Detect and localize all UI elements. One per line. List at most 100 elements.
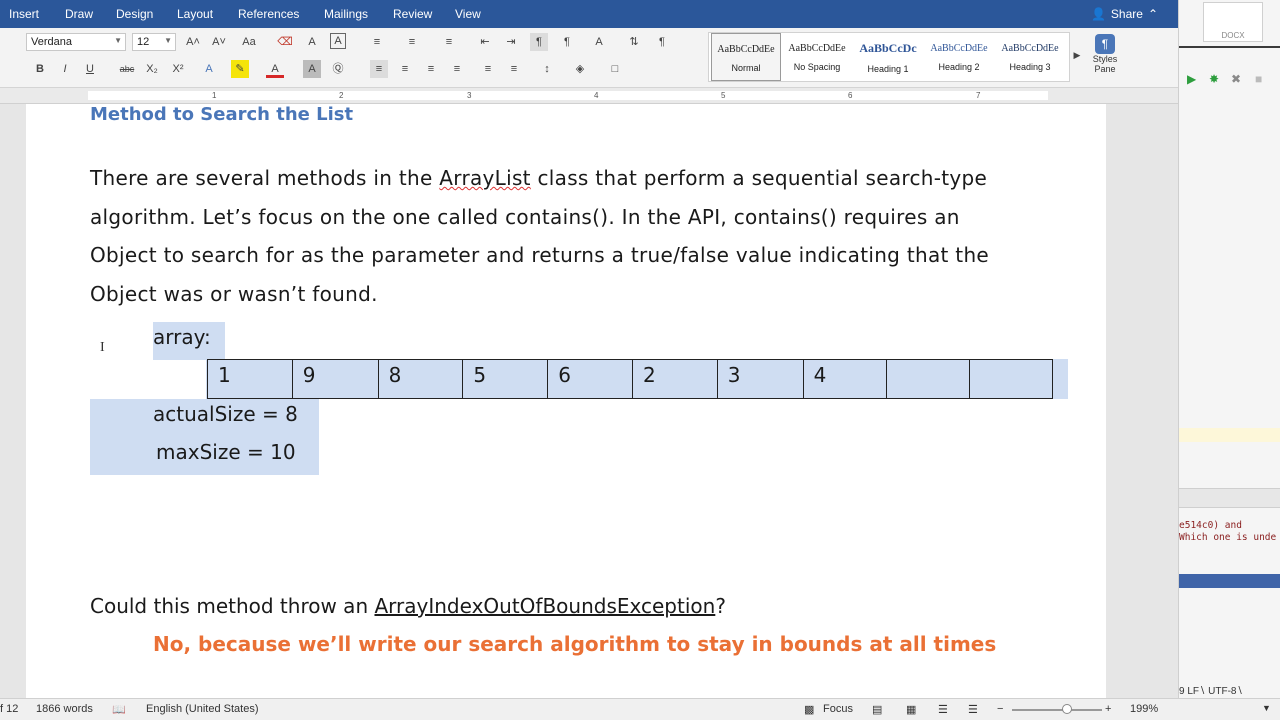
align-right-icon[interactable]: ≡ <box>422 60 440 78</box>
exception-name: ArrayIndexOutOfBoundsException <box>374 594 716 618</box>
font-name-combo[interactable]: Verdana ▼ <box>26 33 126 51</box>
grow-font-icon[interactable]: A˄ <box>184 33 202 51</box>
print-layout-icon[interactable]: ▤ <box>872 703 882 716</box>
word-count[interactable]: 1866 words <box>36 703 93 715</box>
proofing-icon[interactable]: 📖 <box>112 703 126 716</box>
outline-view-icon[interactable]: ☰ <box>968 703 978 716</box>
style-no-spacing[interactable]: AaBbCcDdEe No Spacing <box>782 33 852 81</box>
align-center-icon[interactable]: ≡ <box>396 60 414 78</box>
ruler-track[interactable]: 1 2 3 4 5 6 7 <box>88 91 1048 100</box>
zoom-slider[interactable] <box>1012 709 1102 711</box>
phonetic-guide-icon[interactable]: A <box>303 33 321 51</box>
font-size-value: 12 <box>137 36 150 48</box>
align-left-icon[interactable]: ≡ <box>370 60 388 78</box>
asian-layout-icon[interactable]: A <box>590 33 608 51</box>
bullets-icon[interactable]: ≡ <box>368 33 386 51</box>
zoom-in-icon[interactable]: + <box>1105 703 1111 715</box>
language-status[interactable]: English (United States) <box>146 703 259 715</box>
ruler-number: 5 <box>721 91 726 100</box>
shading-icon[interactable]: ◈ <box>571 60 589 78</box>
question-line: Could this method throw an ArrayIndexOut… <box>90 594 726 618</box>
tab-view[interactable]: View <box>455 7 481 21</box>
panel-toolbar <box>1179 488 1280 508</box>
tab-design[interactable]: Design <box>116 7 153 21</box>
style-normal[interactable]: AaBbCcDdEe Normal <box>711 33 781 81</box>
font-name-value: Verdana <box>31 36 72 48</box>
share-button[interactable]: 👤 Share ⌃ <box>1091 7 1158 21</box>
style-heading-2[interactable]: AaBbCcDdEe Heading 2 <box>924 33 994 81</box>
character-shading-icon[interactable]: A <box>303 60 321 78</box>
text-effects-icon[interactable]: A <box>200 60 218 78</box>
numbering-icon[interactable]: ≡ <box>403 33 421 51</box>
status-menu-icon[interactable]: ▼ <box>1262 703 1271 713</box>
line-spacing-icon[interactable]: ↕ <box>538 60 556 78</box>
character-border-icon[interactable]: A <box>330 33 346 49</box>
font-color-icon[interactable]: A <box>266 60 284 78</box>
run-icon[interactable]: ▶ <box>1187 72 1196 86</box>
spelling-flag-word[interactable]: ArrayList <box>439 166 531 190</box>
docx-file-icon[interactable]: DOCX <box>1203 2 1263 42</box>
increase-indent-icon[interactable]: ⇥ <box>502 33 520 51</box>
paragraph-line: Object was or wasn’t found. <box>90 282 378 306</box>
array-cell: 4 <box>804 360 888 398</box>
ribbon-home: Verdana ▼ 12 ▼ A˄ A˅ Aa ⌫ A A ≡ ≡ ≡ ⇤ ⇥ … <box>0 28 1178 88</box>
collapse-ribbon-icon[interactable]: ⌃ <box>1148 7 1158 21</box>
strikethrough-icon[interactable]: abc <box>118 60 136 78</box>
array-table[interactable]: 1 9 8 5 6 2 3 4 <box>207 359 1053 399</box>
enclose-characters-icon[interactable]: Ⓠ <box>329 60 347 78</box>
ltr-paragraph-icon[interactable]: ¶ <box>530 33 548 51</box>
style-heading-1[interactable]: AaBbCcDc Heading 1 <box>853 33 923 81</box>
bold-icon[interactable]: B <box>31 60 49 78</box>
columns-icon[interactable]: ≡ <box>505 60 523 78</box>
borders-icon[interactable]: □ <box>606 60 624 78</box>
shrink-font-icon[interactable]: A˅ <box>210 33 228 51</box>
show-formatting-marks-icon[interactable]: ¶ <box>653 33 671 51</box>
text-run: class that perform a sequential search-t… <box>530 166 988 190</box>
italic-icon[interactable]: I <box>56 60 74 78</box>
zoom-out-icon[interactable]: − <box>997 703 1003 715</box>
gallery-more-icon[interactable]: ▶ <box>1068 46 1086 64</box>
background-window: DOCX ▶ ✸ ✖ ■ e514c0) and Which one is un… <box>1178 0 1280 698</box>
tab-draw[interactable]: Draw <box>65 7 93 21</box>
status-bar: f 12 1866 words 📖 English (United States… <box>0 698 1280 720</box>
decrease-indent-icon[interactable]: ⇤ <box>476 33 494 51</box>
tab-mailings[interactable]: Mailings <box>324 7 368 21</box>
subscript-icon[interactable]: X₂ <box>143 60 161 78</box>
read-mode-icon[interactable]: ☰ <box>938 703 948 716</box>
zoom-level[interactable]: 199% <box>1130 703 1158 715</box>
tab-layout[interactable]: Layout <box>177 7 213 21</box>
max-size-text: maxSize = 10 <box>156 440 296 464</box>
justify-icon[interactable]: ≡ <box>448 60 466 78</box>
clear-formatting-icon[interactable]: ⌫ <box>276 33 294 51</box>
font-size-combo[interactable]: 12 ▼ <box>132 33 176 51</box>
ruler-number: 3 <box>467 91 472 100</box>
highlight-color-icon[interactable]: ✎ <box>231 60 249 78</box>
step-icon[interactable]: ✖ <box>1231 72 1241 86</box>
stop-icon[interactable]: ■ <box>1255 72 1262 86</box>
text-run: Could this method throw an <box>90 594 375 618</box>
multilevel-list-icon[interactable]: ≡ <box>440 33 458 51</box>
zoom-slider-handle[interactable] <box>1062 704 1072 714</box>
sort-icon[interactable]: ⇅ <box>625 33 643 51</box>
editor-status-text: 9 LF∖ UTF-8∖ <box>1179 686 1243 697</box>
superscript-icon[interactable]: X² <box>169 60 187 78</box>
distributed-icon[interactable]: ≡ <box>479 60 497 78</box>
console-output: e514c0) and Which one is unde <box>1179 520 1277 543</box>
tab-references[interactable]: References <box>238 7 299 21</box>
document-page[interactable]: Method to Search the List There are seve… <box>26 104 1106 698</box>
ruler-number: 6 <box>848 91 853 100</box>
array-cell <box>887 360 971 398</box>
array-cell: 2 <box>633 360 718 398</box>
debug-icon[interactable]: ✸ <box>1209 72 1219 86</box>
underline-icon[interactable]: U <box>81 60 99 78</box>
tab-insert[interactable]: Insert <box>9 7 39 21</box>
ribbon-tab-bar: Insert Draw Design Layout References Mai… <box>0 0 1178 28</box>
tab-review[interactable]: Review <box>393 7 432 21</box>
focus-button[interactable]: Focus <box>823 703 853 715</box>
web-layout-icon[interactable]: ▦ <box>906 703 916 716</box>
style-heading-3[interactable]: AaBbCcDdEe Heading 3 <box>995 33 1065 81</box>
rtl-paragraph-icon[interactable]: ¶ <box>558 33 576 51</box>
change-case-icon[interactable]: Aa <box>240 33 258 51</box>
page-count[interactable]: f 12 <box>0 703 18 715</box>
styles-pane-button[interactable]: ¶ Styles Pane <box>1088 34 1122 86</box>
